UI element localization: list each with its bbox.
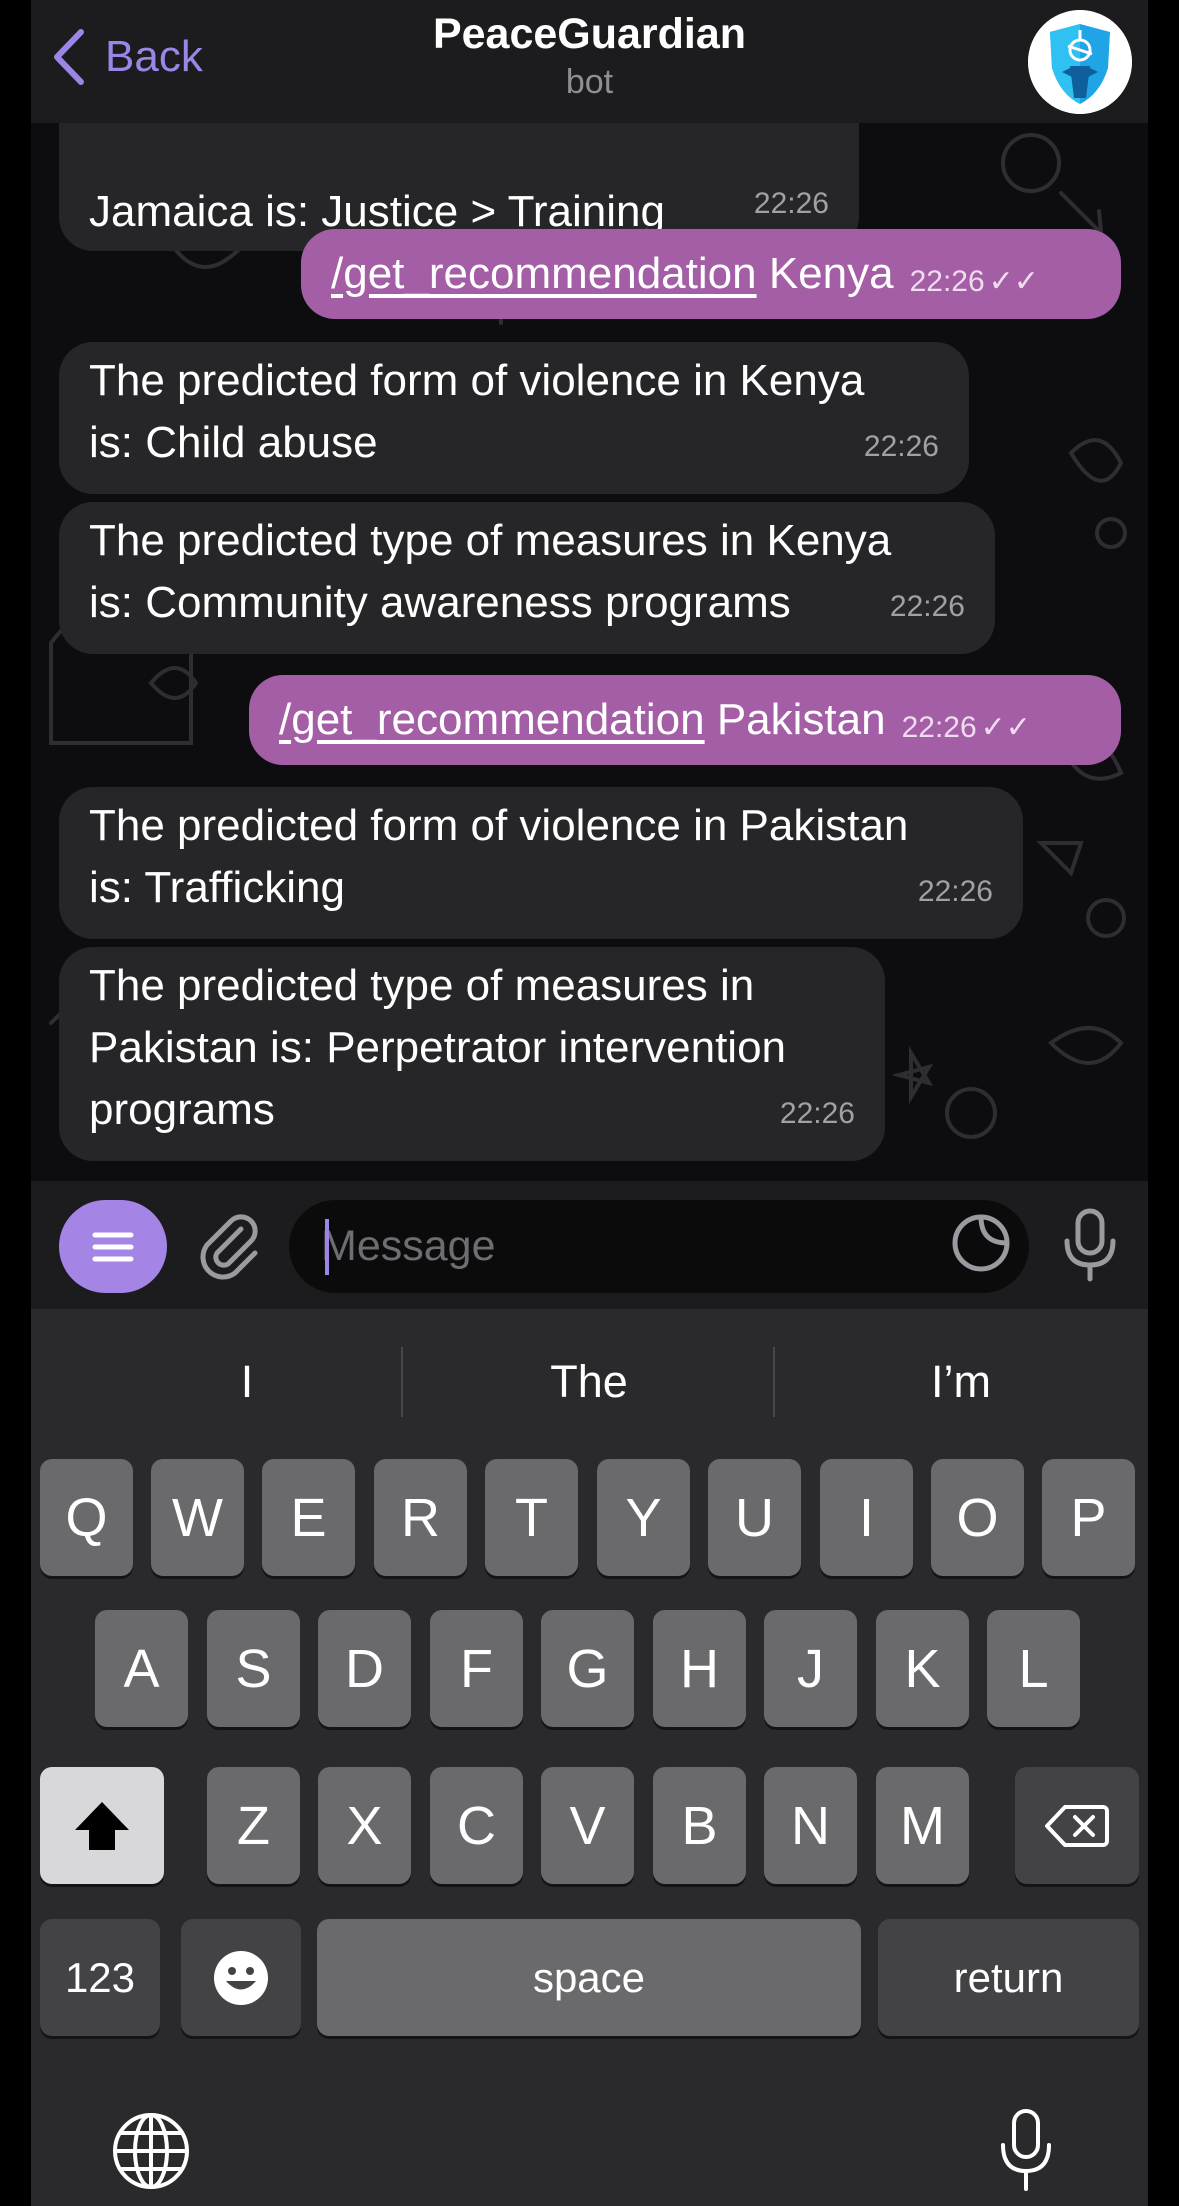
incoming-message[interactable]: The predicted form of violence in Kenya … xyxy=(59,342,969,494)
message-list[interactable]: Jamaica is: Justice > Training 22:26 /ge… xyxy=(31,123,1148,1181)
message-text-line: The predicted type of measures in xyxy=(89,961,755,1010)
key-l[interactable]: L xyxy=(987,1610,1080,1727)
backspace-key[interactable] xyxy=(1015,1767,1139,1884)
chat-subtitle: bot xyxy=(565,63,614,101)
system-keyboard: I The I’m Q W E R T Y U I O P A S D F G … xyxy=(31,1309,1148,2206)
suggestion-2[interactable]: The xyxy=(403,1309,775,1454)
emoji-key[interactable] xyxy=(181,1919,301,2036)
return-key[interactable]: return xyxy=(878,1919,1139,2036)
message-text: Kenya xyxy=(756,249,894,298)
key-i[interactable]: I xyxy=(820,1459,913,1576)
key-q[interactable]: Q xyxy=(40,1459,133,1576)
compose-bar xyxy=(31,1181,1148,1309)
outgoing-message[interactable]: /get_recommendation Kenya 22:26 ✓✓ xyxy=(301,229,1121,319)
shift-key[interactable] xyxy=(40,1767,164,1884)
attachment-icon[interactable] xyxy=(195,1211,265,1281)
key-c[interactable]: C xyxy=(430,1767,523,1884)
bot-command-link[interactable]: /get_recommendation xyxy=(279,689,705,751)
chat-title[interactable]: PeaceGuardian xyxy=(31,10,1148,59)
message-text-line: is: Child abuse xyxy=(89,418,378,467)
globe-icon[interactable] xyxy=(111,2111,191,2191)
numbers-key[interactable]: 123 xyxy=(40,1919,160,2036)
key-g[interactable]: G xyxy=(541,1610,634,1727)
key-d[interactable]: D xyxy=(318,1610,411,1727)
key-a[interactable]: A xyxy=(95,1610,188,1727)
message-time: 22:26 xyxy=(779,1097,855,1130)
message-time: 22:26 xyxy=(889,590,965,623)
shield-logo-icon xyxy=(1028,10,1132,114)
double-check-icon: ✓✓ xyxy=(988,265,1039,298)
key-m[interactable]: M xyxy=(876,1767,969,1884)
key-t[interactable]: T xyxy=(485,1459,578,1576)
message-time: 22:26 xyxy=(909,265,985,298)
key-y[interactable]: Y xyxy=(597,1459,690,1576)
space-key[interactable]: space xyxy=(317,1919,861,2036)
key-j[interactable]: J xyxy=(764,1610,857,1727)
message-time: 22:26 xyxy=(901,711,977,744)
message-text-line: programs xyxy=(89,1085,275,1134)
shift-arrow-icon xyxy=(75,1801,129,1850)
menu-icon xyxy=(92,1232,134,1261)
key-r[interactable]: R xyxy=(374,1459,467,1576)
bot-command-link[interactable]: /get_recommendation xyxy=(331,243,757,305)
bot-avatar[interactable] xyxy=(1028,10,1132,114)
key-s[interactable]: S xyxy=(207,1610,300,1727)
key-v[interactable]: V xyxy=(541,1767,634,1884)
double-check-icon: ✓✓ xyxy=(980,711,1031,744)
message-text-line: is: Community awareness programs xyxy=(89,578,791,627)
sticker-icon[interactable] xyxy=(949,1211,1013,1275)
backspace-icon xyxy=(1045,1804,1109,1847)
telegram-app: Back PeaceGuardian bot Jamaica is: Justi… xyxy=(31,0,1148,2206)
incoming-message[interactable]: The predicted form of violence in Pakist… xyxy=(59,787,1023,939)
message-input[interactable] xyxy=(289,1200,1029,1293)
key-u[interactable]: U xyxy=(708,1459,801,1576)
chat-header: Back PeaceGuardian bot xyxy=(31,0,1148,123)
incoming-message[interactable]: The predicted type of measures in Pakist… xyxy=(59,947,885,1161)
suggestion-3[interactable]: I’m xyxy=(775,1309,1147,1454)
incoming-message[interactable]: The predicted type of measures in Kenya … xyxy=(59,502,995,654)
microphone-icon[interactable] xyxy=(1059,1207,1121,1283)
key-w[interactable]: W xyxy=(151,1459,244,1576)
message-text-line: The predicted type of measures in Kenya xyxy=(89,516,892,565)
key-b[interactable]: B xyxy=(653,1767,746,1884)
key-e[interactable]: E xyxy=(262,1459,355,1576)
key-p[interactable]: P xyxy=(1042,1459,1135,1576)
bot-menu-button[interactable] xyxy=(59,1200,167,1293)
message-time: 22:26 xyxy=(753,187,829,220)
dictation-microphone-icon[interactable] xyxy=(997,2107,1055,2193)
key-f[interactable]: F xyxy=(430,1610,523,1727)
key-n[interactable]: N xyxy=(764,1767,857,1884)
message-text-line: The predicted form of violence in Pakist… xyxy=(89,801,909,850)
text-caret xyxy=(325,1219,329,1275)
message-text-line: Pakistan is: Perpetrator intervention xyxy=(89,1023,787,1072)
key-h[interactable]: H xyxy=(653,1610,746,1727)
key-x[interactable]: X xyxy=(318,1767,411,1884)
key-z[interactable]: Z xyxy=(207,1767,300,1884)
outgoing-message[interactable]: /get_recommendation Pakistan 22:26 ✓✓ xyxy=(249,675,1121,765)
message-time: 22:26 xyxy=(863,430,939,463)
emoji-icon xyxy=(214,1950,268,2005)
key-k[interactable]: K xyxy=(876,1610,969,1727)
suggestion-1[interactable]: I xyxy=(61,1309,433,1454)
message-time: 22:26 xyxy=(917,875,993,908)
message-text-line: is: Trafficking xyxy=(89,863,345,912)
key-o[interactable]: O xyxy=(931,1459,1024,1576)
message-text: Pakistan xyxy=(704,695,886,744)
message-text-line: The predicted form of violence in Kenya xyxy=(89,356,865,405)
